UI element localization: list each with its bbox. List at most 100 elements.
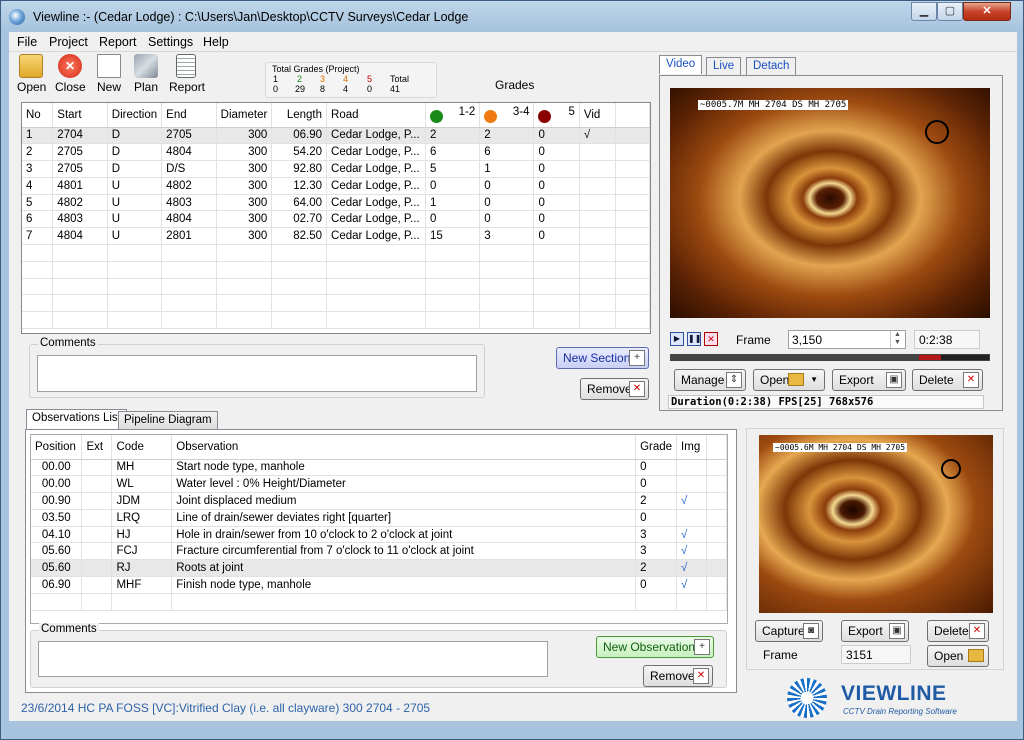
menu-settings[interactable]: Settings — [148, 35, 193, 49]
col-grade[interactable]: Grade — [635, 435, 678, 460]
delete-video-button[interactable]: Delete ✕ — [912, 369, 983, 391]
pause-button[interactable]: ❚❚ — [687, 332, 701, 346]
table-cell — [706, 459, 727, 477]
col-observation[interactable]: Observation — [171, 435, 637, 460]
list-item[interactable]: 06.90 MHF Finish node type, manhole 0 √ — [31, 576, 727, 594]
menu-report[interactable]: Report — [99, 35, 137, 49]
col-length[interactable]: Length — [271, 103, 328, 128]
captured-image[interactable]: ~0005.6M MH 2704 DS MH 2705 — [759, 435, 993, 613]
col-img[interactable]: Img — [676, 435, 708, 460]
toolbar-new-label: New — [97, 80, 122, 94]
video-player[interactable]: ~0005.7M MH 2704 DS MH 2705 — [670, 88, 990, 318]
seek-bar[interactable] — [670, 354, 990, 361]
remove-section-button[interactable]: Remove ✕ — [580, 378, 649, 400]
open-video-label: Open — [760, 373, 790, 387]
minimize-button[interactable]: ▁ — [911, 2, 937, 21]
toolbar-new-button[interactable]: New — [97, 54, 121, 94]
tab-observations-list[interactable]: Observations List — [26, 409, 127, 430]
toolbar-open-button[interactable]: Open — [17, 54, 46, 94]
export-video-button[interactable]: Export ▣ — [832, 369, 906, 391]
col-end[interactable]: End — [161, 103, 217, 128]
table-row[interactable]: 4 4801 U 4802 300 12.30 Cedar Lodge, P... 0 0 0 — [22, 177, 650, 195]
list-item[interactable]: 05.60 FCJ Fracture circumferential from 7 … — [31, 542, 727, 561]
list-item[interactable]: 00.00 WL Water level : 0% Height/Diameter 0 — [31, 475, 727, 494]
observations-grid[interactable]: Position Ext Code Observation Grade Img … — [30, 434, 728, 624]
table-cell — [615, 194, 650, 212]
table-row[interactable]: 6 4803 U 4804 300 02.70 Cedar Lodge, P... 0 0 0 — [22, 210, 650, 229]
maximize-button[interactable]: ▢ — [937, 2, 963, 21]
frame-spinner[interactable]: ▲ ▼ — [890, 331, 904, 348]
grade-header-2: 2 — [297, 74, 303, 84]
tab-live[interactable]: Live — [706, 57, 742, 76]
table-cell — [533, 311, 580, 330]
frame-input[interactable]: 3,150 — [788, 330, 906, 349]
table-cell — [615, 227, 650, 246]
table-row[interactable]: 5 4802 U 4803 300 64.00 Cedar Lodge, P... 1 0 0 — [22, 194, 650, 212]
table-cell: 300 — [216, 160, 273, 178]
sections-header-row: No Start Direction End Diameter Length R… — [22, 103, 650, 128]
new-section-button[interactable]: New Section + — [556, 347, 649, 369]
col-spacer — [706, 435, 727, 460]
play-button[interactable]: ▶ — [670, 332, 684, 346]
table-cell — [216, 261, 273, 279]
list-item[interactable]: 03.50 LRQ Line of drain/sewer deviates rig… — [31, 509, 727, 527]
export-capture-button[interactable]: Export ▣ — [841, 620, 909, 642]
toolbar-report-button[interactable]: Report — [169, 54, 206, 94]
col-grade-34[interactable]: 3-4 — [479, 103, 535, 128]
col-grade-5[interactable]: 5 — [533, 103, 580, 128]
table-cell: 6 — [22, 210, 54, 229]
toolbar-close-button[interactable]: ✕ Close — [55, 54, 86, 94]
new-observation-button[interactable]: New Observation + — [596, 636, 714, 658]
table-cell — [676, 459, 708, 477]
seek-progress — [671, 355, 942, 360]
delete-capture-button[interactable]: Delete ✕ — [927, 620, 989, 642]
menu-file[interactable]: File — [17, 35, 37, 49]
list-item[interactable]: 04.10 HJ Hole in drain/sewer from 10 o'clo… — [31, 526, 727, 544]
stop-button[interactable]: ✕ — [704, 332, 718, 346]
table-row[interactable]: 1 2704 D 2705 300 06.90 Cedar Lodge, P... 2 2 0 √ — [22, 127, 650, 145]
tab-video[interactable]: Video — [659, 55, 703, 74]
col-road[interactable]: Road — [326, 103, 426, 128]
empty-row — [22, 244, 650, 262]
table-cell: 54.20 — [271, 143, 328, 162]
table-cell: U — [107, 210, 163, 229]
col-position[interactable]: Position — [31, 435, 83, 460]
export-video-label: Export — [839, 373, 874, 387]
capture-button[interactable]: Capture ◙ — [755, 620, 823, 642]
list-item[interactable]: 00.90 JDM Joint displaced medium 2 √ — [31, 492, 727, 510]
col-start[interactable]: Start — [52, 103, 108, 128]
tab-pipeline-diagram[interactable]: Pipeline Diagram — [118, 411, 218, 430]
chevron-down-icon[interactable]: ▼ — [810, 370, 818, 390]
sections-grid[interactable]: No Start Direction End Diameter Length R… — [21, 102, 651, 334]
menu-project[interactable]: Project — [49, 35, 88, 49]
close-window-button[interactable]: ✕ — [963, 2, 1011, 21]
grade-header-3: 3 — [320, 74, 326, 84]
open-video-button[interactable]: Open ▼ — [753, 369, 825, 391]
remove-observation-button[interactable]: Remove ✕ — [643, 665, 713, 687]
table-row[interactable]: 2 2705 D 4804 300 54.20 Cedar Lodge, P... 6 6 0 — [22, 143, 650, 162]
toolbar-plan-button[interactable]: Plan — [134, 54, 158, 94]
col-no[interactable]: No — [22, 103, 54, 128]
list-item[interactable]: 05.60 RJ Roots at joint 2 √ — [31, 559, 727, 578]
col-diameter[interactable]: Diameter — [216, 103, 273, 128]
table-row[interactable]: 7 4804 U 2801 300 82.50 Cedar Lodge, P... 15 3 0 — [22, 227, 650, 246]
table-cell — [615, 261, 650, 279]
col-grade-12[interactable]: 1-2 — [425, 103, 481, 128]
seek-handle[interactable] — [919, 355, 942, 360]
status-text: 23/6/2014 HC PA FOSS [VC]:Vitrified Clay… — [21, 701, 431, 715]
menu-help[interactable]: Help — [203, 35, 229, 49]
manage-label: Manage — [681, 373, 725, 387]
col-code[interactable]: Code — [111, 435, 173, 460]
col-vid[interactable]: Vid — [579, 103, 616, 128]
col-direction[interactable]: Direction — [107, 103, 163, 128]
list-item[interactable]: 00.00 MH Start node type, manhole 0 — [31, 459, 727, 477]
table-row[interactable]: 3 2705 D D/S 300 92.80 Cedar Lodge, P... 5 1 0 — [22, 160, 650, 178]
col-ext[interactable]: Ext — [81, 435, 113, 460]
section-comments-input[interactable] — [37, 355, 477, 392]
manage-button[interactable]: Manage ⇕ — [674, 369, 746, 391]
table-cell — [425, 244, 481, 262]
open-capture-button[interactable]: Open — [927, 645, 989, 667]
toolbar-report-label: Report — [169, 80, 206, 94]
observation-comments-input[interactable] — [38, 641, 548, 677]
tab-detach[interactable]: Detach — [746, 57, 797, 76]
